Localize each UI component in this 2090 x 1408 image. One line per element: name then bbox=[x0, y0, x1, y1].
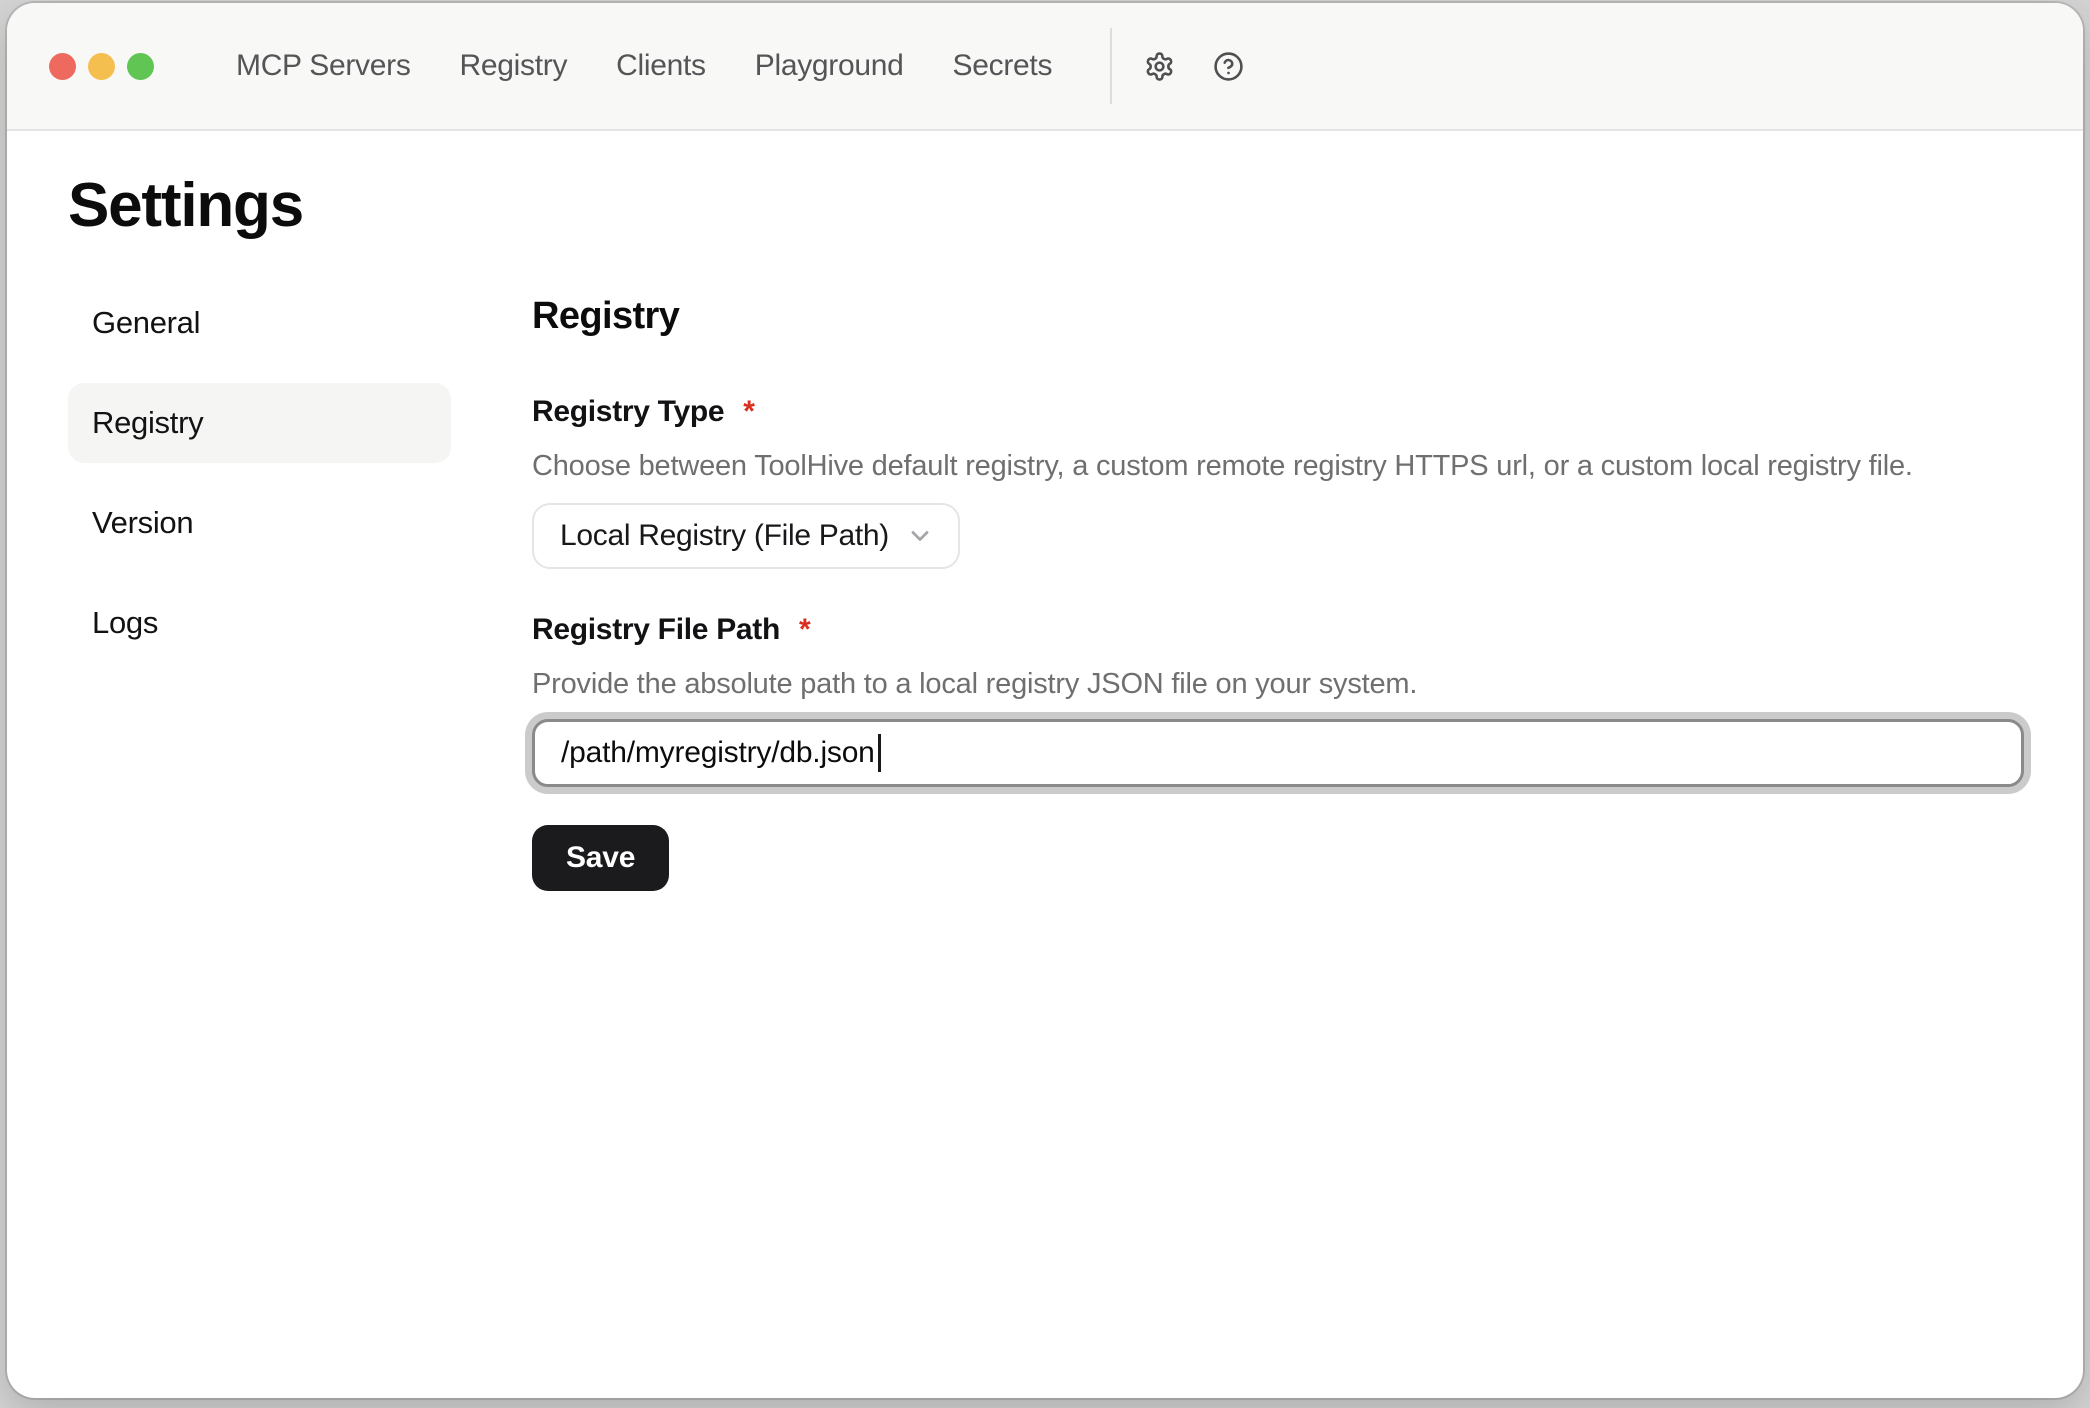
registry-type-select[interactable]: Local Registry (File Path) bbox=[532, 503, 960, 569]
traffic-lights bbox=[49, 53, 154, 80]
required-asterisk: * bbox=[743, 393, 754, 431]
registry-type-selected-value: Local Registry (File Path) bbox=[560, 519, 889, 553]
titlebar-divider bbox=[1110, 28, 1112, 104]
nav-item-registry[interactable]: Registry bbox=[460, 49, 568, 83]
registry-file-path-input[interactable]: /path/myregistry/db.json bbox=[532, 719, 2024, 787]
settings-gear-button[interactable] bbox=[1139, 46, 1179, 86]
settings-page: Settings General Registry Version Logs bbox=[7, 169, 2083, 891]
zoom-window-button[interactable] bbox=[127, 53, 154, 80]
chevron-down-icon bbox=[906, 522, 934, 550]
nav-item-mcp-servers[interactable]: MCP Servers bbox=[236, 49, 411, 83]
registry-type-label: Registry Type * bbox=[532, 393, 2024, 431]
registry-file-path-value: /path/myregistry/db.json bbox=[561, 736, 875, 770]
nav-item-playground[interactable]: Playground bbox=[755, 49, 904, 83]
registry-type-description: Choose between ToolHive default registry… bbox=[532, 447, 2024, 485]
section-heading: Registry bbox=[532, 293, 2024, 339]
sidebar-item-label: Logs bbox=[92, 605, 158, 641]
minimize-window-button[interactable] bbox=[88, 53, 115, 80]
registry-file-path-label: Registry File Path * bbox=[532, 611, 2024, 649]
sidebar-item-general[interactable]: General bbox=[68, 283, 451, 363]
registry-file-path-description: Provide the absolute path to a local reg… bbox=[532, 665, 2024, 703]
sidebar-item-logs[interactable]: Logs bbox=[68, 583, 451, 663]
titlebar: MCP Servers Registry Clients Playground … bbox=[7, 3, 2083, 131]
top-nav: MCP Servers Registry Clients Playground … bbox=[236, 49, 1052, 83]
close-window-button[interactable] bbox=[49, 53, 76, 80]
sidebar-item-label: Registry bbox=[92, 405, 203, 441]
gear-icon bbox=[1144, 51, 1175, 82]
app-window: MCP Servers Registry Clients Playground … bbox=[7, 3, 2083, 1398]
help-button[interactable] bbox=[1208, 46, 1248, 86]
required-asterisk: * bbox=[799, 611, 810, 649]
page-title: Settings bbox=[68, 169, 2083, 243]
sidebar-item-registry[interactable]: Registry bbox=[68, 383, 451, 463]
sidebar-item-version[interactable]: Version bbox=[68, 483, 451, 563]
text-cursor bbox=[878, 734, 881, 772]
registry-settings-panel: Registry Registry Type * Choose between … bbox=[532, 283, 2024, 891]
sidebar-item-label: General bbox=[92, 305, 200, 341]
sidebar-item-label: Version bbox=[92, 505, 193, 541]
help-icon bbox=[1213, 51, 1244, 82]
nav-item-secrets[interactable]: Secrets bbox=[953, 49, 1053, 83]
settings-sidebar: General Registry Version Logs bbox=[68, 283, 451, 891]
save-button[interactable]: Save bbox=[532, 825, 669, 891]
nav-item-clients[interactable]: Clients bbox=[616, 49, 706, 83]
